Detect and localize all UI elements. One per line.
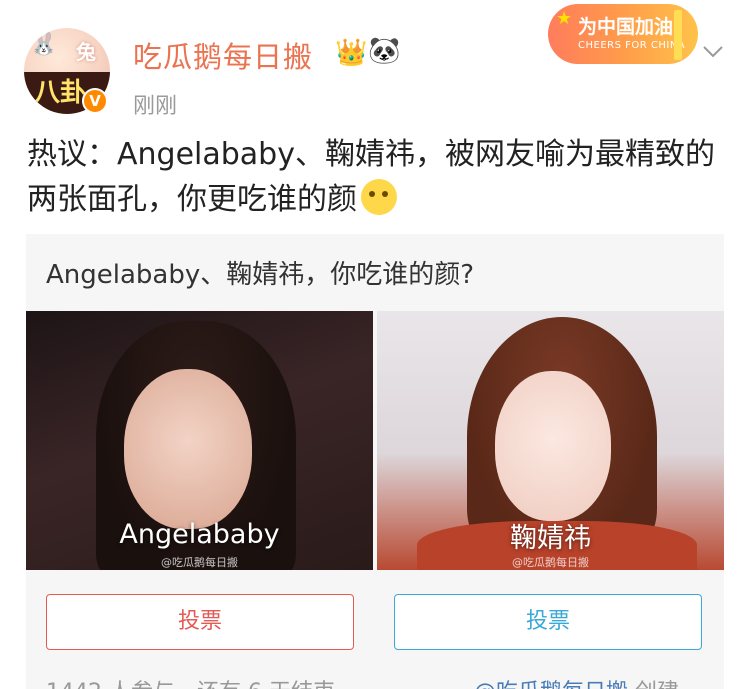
creator-suffix: 创建 bbox=[635, 680, 679, 689]
image-watermark: @吃瓜鹅每日搬 bbox=[512, 556, 589, 569]
poll-option-label: 鞠婧祎 bbox=[510, 523, 591, 554]
creator-link[interactable]: @吃瓜鹅每日搬 bbox=[474, 680, 628, 689]
post-body: 热议：Angelababy、鞠婧祎，被网友喻为最精致的两张面孔，你更吃谁的颜 bbox=[27, 132, 727, 222]
thinking-face-icon bbox=[361, 179, 397, 215]
tower-icon bbox=[674, 10, 682, 60]
cheers-banner-title: 为中国加油 bbox=[578, 16, 674, 38]
post-timestamp: 刚刚 bbox=[133, 94, 178, 119]
rabbit-icon: 🐰 bbox=[30, 32, 58, 57]
verified-badge-icon: V bbox=[82, 88, 108, 114]
crown-icon: 👑 bbox=[335, 38, 368, 68]
face-shape bbox=[495, 371, 611, 521]
star-icon: ★ bbox=[556, 8, 573, 29]
poll-option-label: Angelababy bbox=[119, 519, 280, 550]
vote-button-left[interactable]: 投票 bbox=[46, 594, 354, 650]
poll-option-image-left[interactable]: Angelababy @吃瓜鹅每日搬 bbox=[26, 311, 373, 570]
author-name[interactable]: 吃瓜鹅每日搬 bbox=[133, 34, 313, 76]
panda-icon: 🐼 bbox=[368, 36, 401, 66]
poll-card: Angelababy、鞠婧祎，你吃谁的颜? Angelababy @吃瓜鹅每日搬… bbox=[26, 234, 724, 689]
vote-button-right[interactable]: 投票 bbox=[394, 594, 702, 650]
chevron-down-icon[interactable] bbox=[700, 38, 726, 64]
post-header: 🐰 兔 八卦 V 吃瓜鹅每日搬 👑 🐼 刚刚 ★ 为中国加油 CHEERS FO… bbox=[0, 0, 750, 130]
poll-question: Angelababy、鞠婧祎，你吃谁的颜? bbox=[46, 260, 475, 290]
cheers-for-china-banner[interactable]: ★ 为中国加油 CHEERS FOR CHINA bbox=[548, 4, 698, 64]
poll-option-image-right[interactable]: 鞠婧祎 @吃瓜鹅每日搬 bbox=[377, 311, 724, 570]
poll-creator: @吃瓜鹅每日搬 创建 bbox=[474, 674, 679, 689]
avatar-badge-top: 兔 bbox=[76, 40, 96, 64]
poll-participants: 1442 人参与，还有 6 天结束 bbox=[46, 674, 335, 689]
face-shape bbox=[124, 369, 252, 529]
cheers-banner-subtitle: CHEERS FOR CHINA bbox=[578, 40, 686, 51]
image-watermark: @吃瓜鹅每日搬 bbox=[161, 556, 238, 569]
